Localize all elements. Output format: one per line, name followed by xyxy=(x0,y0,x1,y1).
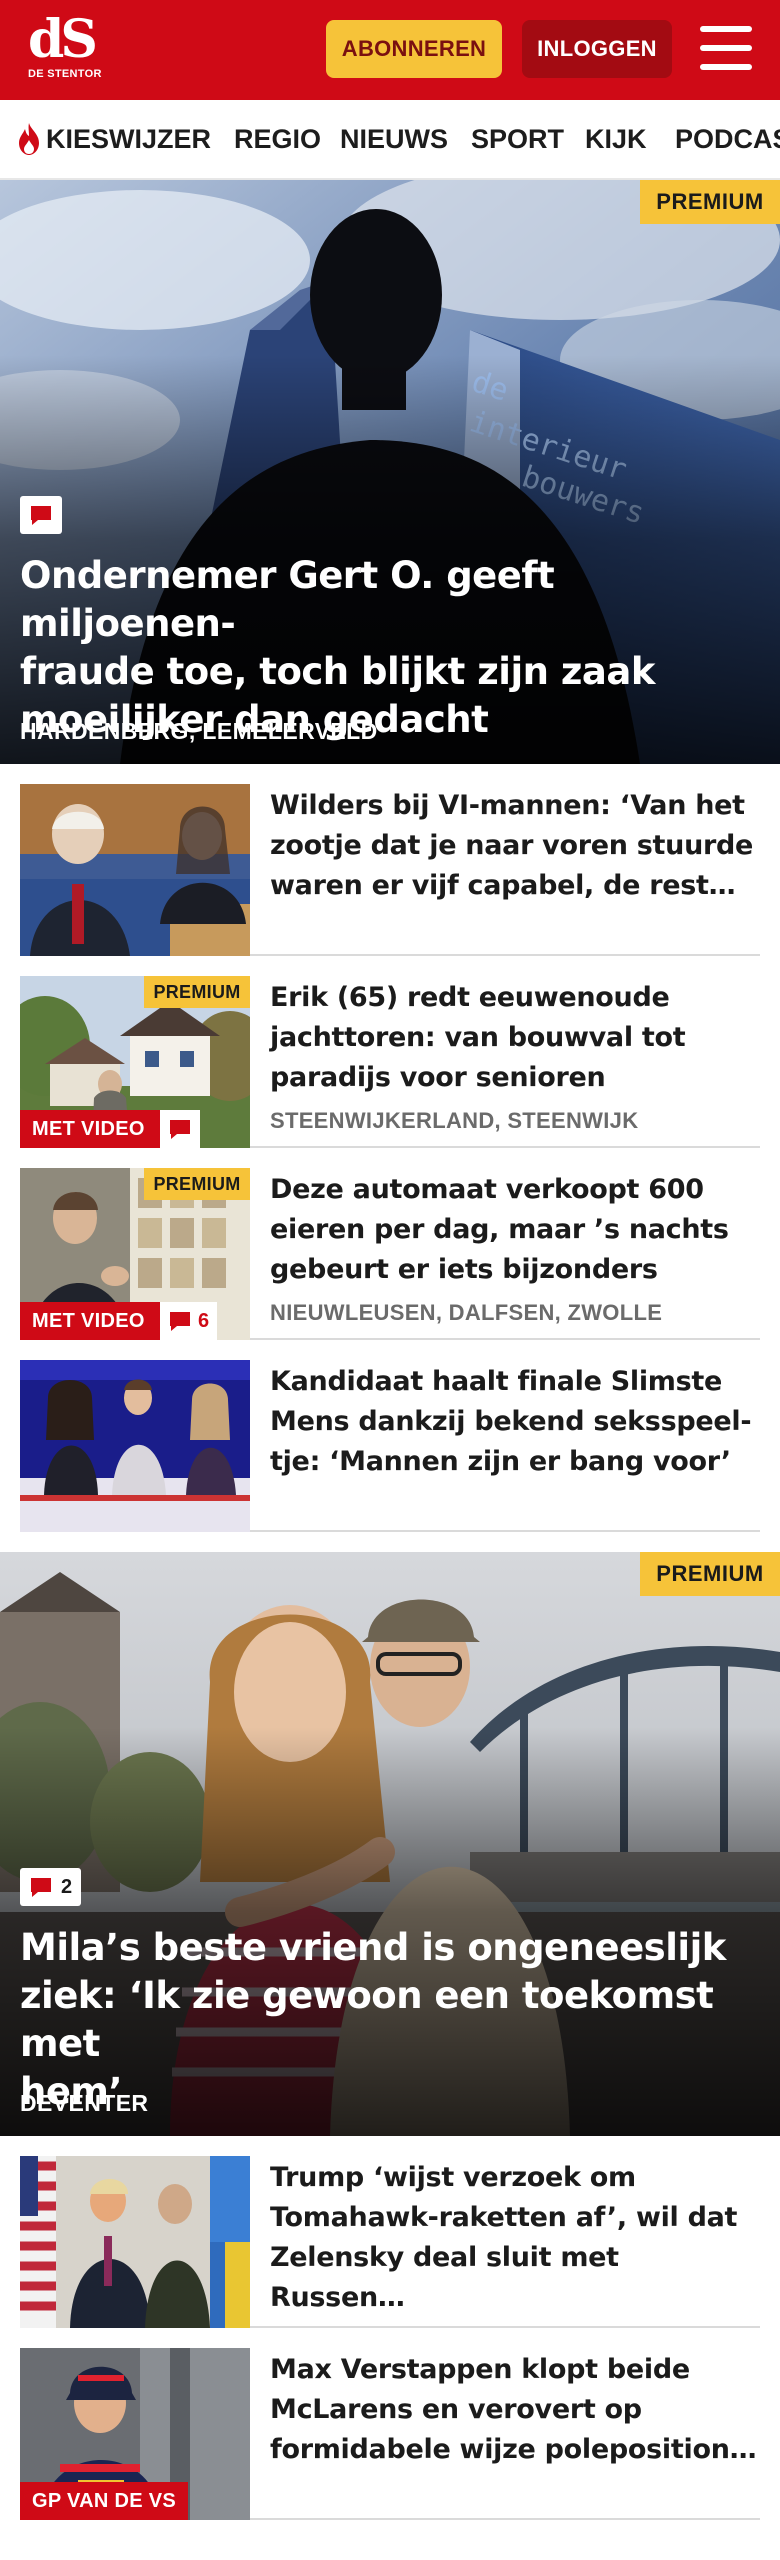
article-thumbnail: GP VAN DE VS xyxy=(20,2348,250,2520)
title-line: Deze automaat verkoopt 600 xyxy=(270,1174,704,1205)
article-title[interactable]: Erik (65) redt eeuwenoude jachttoren: va… xyxy=(270,978,760,1098)
nav-label: KIJK xyxy=(585,123,647,154)
hero-article-mila[interactable]: PREMIUM 2 Mila’s beste vriend is ongenee… xyxy=(0,1552,780,2136)
list-item[interactable]: PREMIUM MET VIDEO 6 Deze automaat verkoo… xyxy=(20,1168,760,1340)
title-line: Mila’s beste vriend is ongeneeslijk xyxy=(20,1926,726,1969)
comment-chip[interactable]: 2 xyxy=(20,1868,82,1906)
list-item[interactable]: Trump ‘wijst verzoek om Tomahawk-rakette… xyxy=(20,2156,760,2328)
article-location: NIEUWLEUSEN, DALFSEN, ZWOLLE xyxy=(270,1300,663,1325)
title-line: eieren per dag, maar ’s nachts xyxy=(270,1214,729,1245)
subscribe-button[interactable]: ABONNEREN xyxy=(326,20,502,78)
thumbnail-photo xyxy=(20,2156,250,2328)
title-line: waren er vijf capabel, de rest… xyxy=(270,870,736,901)
list-item[interactable]: Wilders bij VI-mannen: ‘Van het zootje d… xyxy=(20,784,760,956)
nav-item-kieswijzer[interactable]: KIESWIJZER xyxy=(16,100,211,178)
comment-count: 2 xyxy=(61,1875,73,1898)
nav-label: NIEUWS xyxy=(340,123,448,154)
premium-badge: PREMIUM xyxy=(640,1552,780,1596)
logo-mark: dS xyxy=(28,9,98,70)
nav-label: SPORT xyxy=(471,123,565,154)
hero-location: DEVENTER xyxy=(20,2090,149,2116)
nav-label: PODCAST xyxy=(675,123,780,154)
hero-article-fraud[interactable]: de interieur bouwers PREMIUM Ondernemer … xyxy=(0,180,780,764)
title-line: jachttoren: van bouwval tot xyxy=(270,1022,686,1053)
article-thumbnail: PREMIUM MET VIDEO xyxy=(20,976,250,1148)
title-line: Tomahawk-raketten af’, wil dat xyxy=(270,2202,738,2233)
video-tag: MET VIDEO xyxy=(20,1110,160,1148)
article-thumbnail xyxy=(20,2156,250,2328)
title-line: Ondernemer Gert O. geeft miljoenen- xyxy=(20,554,555,645)
comment-chip[interactable] xyxy=(160,1110,200,1148)
article-title[interactable]: Max Verstappen klopt beide McLarens en v… xyxy=(270,2350,760,2470)
comment-icon xyxy=(31,1878,51,1897)
list-item[interactable]: PREMIUM MET VIDEO Erik (65) redt eeuweno… xyxy=(20,976,760,1148)
thumbnail-photo xyxy=(20,784,250,956)
top-header: dS DE STENTOR ABONNEREN INLOGGEN xyxy=(0,0,780,100)
nav-item-regio[interactable]: REGIO xyxy=(234,100,321,178)
list-item[interactable]: GP VAN DE VS Max Verstappen klopt beide … xyxy=(20,2348,760,2520)
hero-location: HARDENBERG, LEMELERVELD xyxy=(20,718,378,744)
title-line: zootje dat je naar voren stuurde xyxy=(270,830,754,861)
hero-title[interactable]: Mila’s beste vriend is ongeneeslijk ziek… xyxy=(20,1924,756,2116)
hero-title[interactable]: Ondernemer Gert O. geeft miljoenen- frau… xyxy=(20,552,756,744)
site-logo[interactable]: dS DE STENTOR xyxy=(28,9,102,86)
article-thumbnail: PREMIUM MET VIDEO 6 xyxy=(20,1168,250,1340)
title-line: gebeurt er iets bijzonders xyxy=(270,1254,658,1285)
article-title[interactable]: Wilders bij VI-mannen: ‘Van het zootje d… xyxy=(270,786,760,906)
title-line: fraude toe, toch blijkt zijn zaak xyxy=(20,650,655,693)
title-line: Zelensky deal sluit met Russen… xyxy=(270,2242,619,2313)
nav-item-nieuws[interactable]: NIEUWS xyxy=(340,100,448,178)
article-title[interactable]: Kandidaat haalt finale Slimste Mens dank… xyxy=(270,1362,760,1482)
premium-badge: PREMIUM xyxy=(144,976,250,1008)
section-nav: KIESWIJZER REGIO NIEUWS SPORT KIJK PODCA… xyxy=(0,100,780,180)
comment-icon xyxy=(170,1120,190,1139)
title-line: paradijs voor senioren xyxy=(270,1062,606,1093)
flame-icon xyxy=(19,123,39,155)
premium-badge: PREMIUM xyxy=(640,180,780,224)
logo-subtitle: DE STENTOR xyxy=(28,68,102,80)
title-line: Kandidaat haalt finale Slimste xyxy=(270,1366,723,1397)
title-line: tje: ‘Mannen zijn er bang voor’ xyxy=(270,1446,731,1477)
thumbnail-photo xyxy=(20,1360,250,1532)
title-line: Mens dankzij bekend seksspeel- xyxy=(270,1406,752,1437)
video-tag: MET VIDEO xyxy=(20,1302,160,1340)
gp-tag: GP VAN DE VS xyxy=(20,2482,188,2520)
title-line: Trump ‘wijst verzoek om xyxy=(270,2162,636,2193)
article-thumbnail xyxy=(20,1360,250,1532)
comment-count: 6 xyxy=(198,1309,210,1332)
article-location: STEENWIJKERLAND, STEENWIJK xyxy=(270,1108,639,1133)
title-line: ziek: ‘Ik zie gewoon een toekomst met xyxy=(20,1974,714,2065)
nav-item-podcast[interactable]: PODCAST xyxy=(675,100,780,178)
title-line: Wilders bij VI-mannen: ‘Van het xyxy=(270,790,745,821)
article-title[interactable]: Deze automaat verkoopt 600 eieren per da… xyxy=(270,1170,760,1290)
nav-item-kijk[interactable]: KIJK xyxy=(585,100,647,178)
title-line: McLarens en verovert op xyxy=(270,2394,642,2425)
comment-icon xyxy=(31,506,51,525)
nav-item-sport[interactable]: SPORT xyxy=(471,100,564,178)
list-item[interactable]: Kandidaat haalt finale Slimste Mens dank… xyxy=(20,1360,760,1532)
article-title[interactable]: Trump ‘wijst verzoek om Tomahawk-rakette… xyxy=(270,2158,760,2318)
login-button[interactable]: INLOGGEN xyxy=(522,20,672,78)
menu-icon[interactable] xyxy=(700,24,752,72)
title-line: Erik (65) redt eeuwenoude xyxy=(270,982,670,1013)
comment-chip[interactable]: 6 xyxy=(160,1302,218,1340)
nav-label: KIESWIJZER xyxy=(46,123,212,154)
title-line: formidabele wijze poleposition… xyxy=(270,2434,757,2465)
comment-chip[interactable] xyxy=(20,496,62,534)
premium-badge: PREMIUM xyxy=(144,1168,250,1200)
nav-label: REGIO xyxy=(234,123,322,154)
comment-icon xyxy=(170,1312,190,1331)
title-line: Max Verstappen klopt beide xyxy=(270,2354,690,2385)
article-thumbnail xyxy=(20,784,250,956)
